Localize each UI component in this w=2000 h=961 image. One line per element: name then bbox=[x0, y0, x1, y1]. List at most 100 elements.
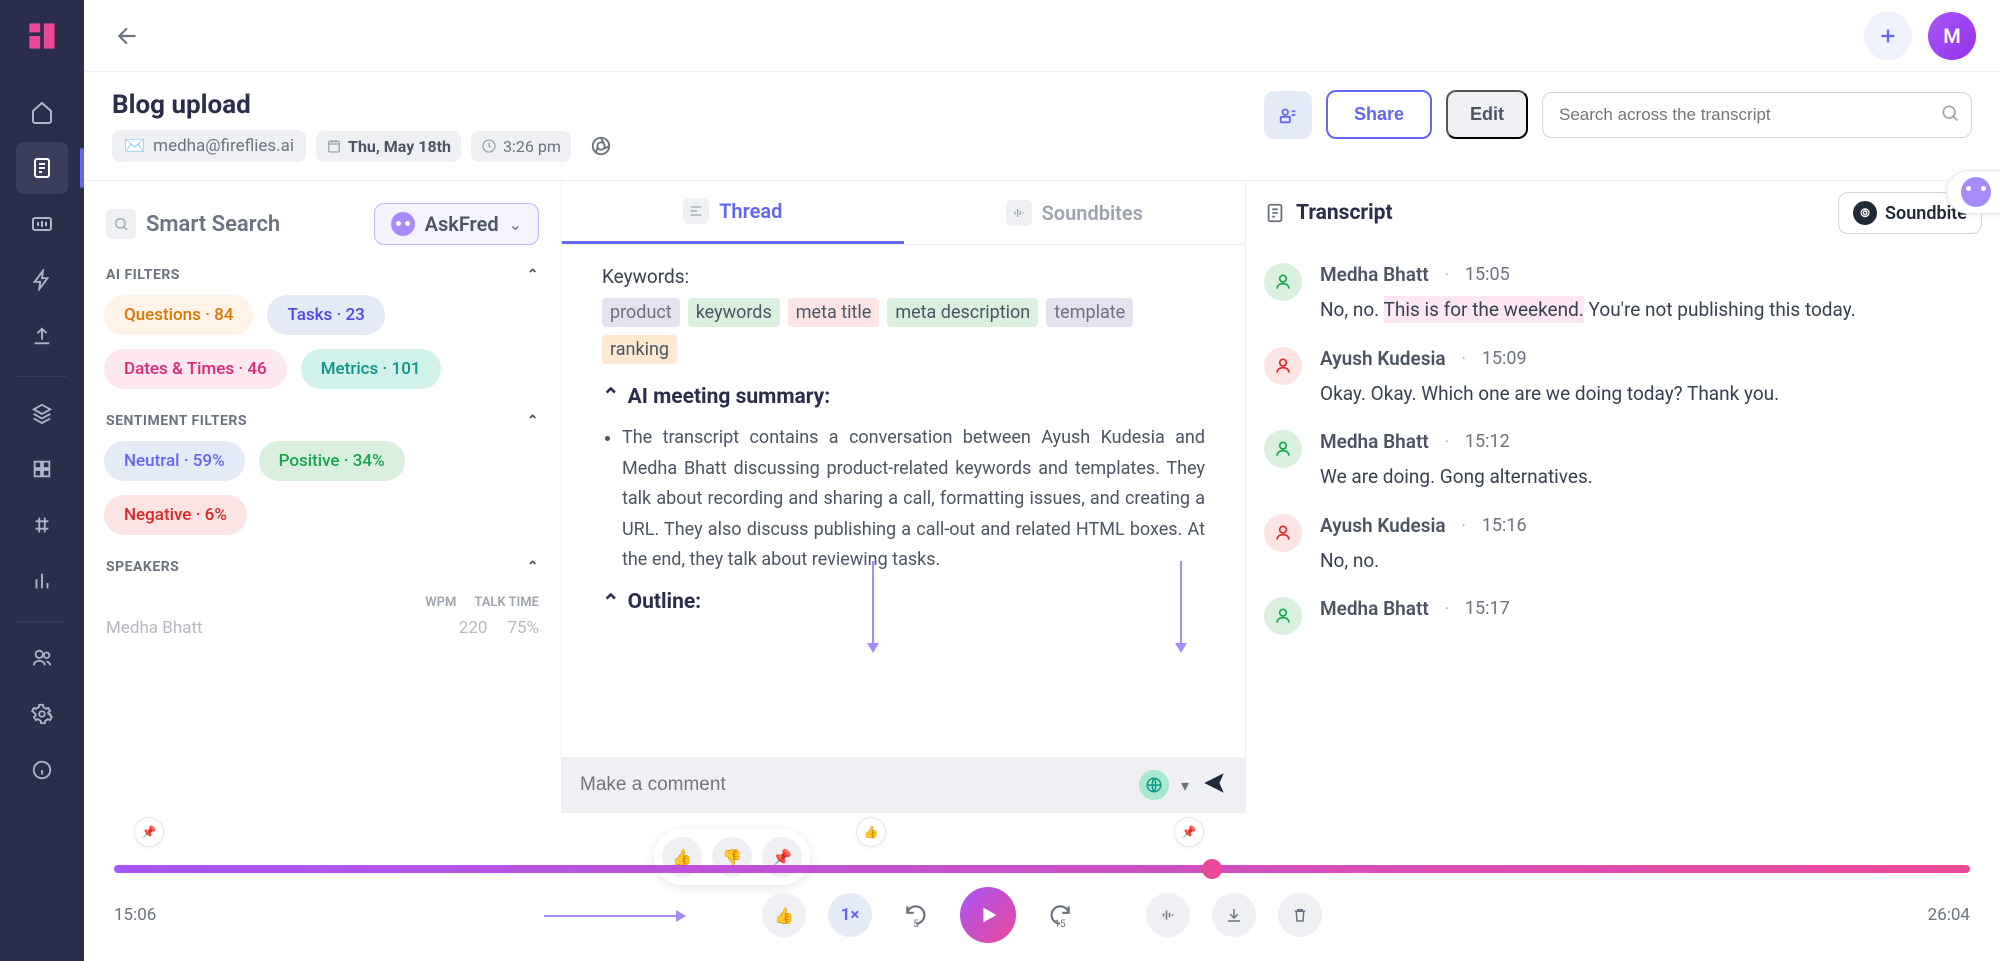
back-button[interactable] bbox=[108, 16, 148, 56]
delete-button[interactable] bbox=[1278, 893, 1322, 937]
chevron-up-icon: ⌃ bbox=[527, 559, 539, 575]
speaker-avatar bbox=[1264, 514, 1302, 552]
ai-filters-header[interactable]: AI FILTERS⌃ bbox=[102, 261, 543, 295]
speaker-name: Ayush Kudesia bbox=[1320, 347, 1446, 370]
nav-apps[interactable] bbox=[16, 443, 68, 495]
thumbs-marker[interactable]: 👍 bbox=[856, 817, 886, 847]
nav-layers[interactable] bbox=[16, 387, 68, 439]
nav-settings[interactable] bbox=[16, 688, 68, 740]
nav-home[interactable] bbox=[16, 86, 68, 138]
participants-button[interactable] bbox=[1264, 91, 1312, 139]
timeline[interactable] bbox=[114, 865, 1970, 873]
tab-thread[interactable]: Thread bbox=[562, 181, 904, 244]
owner-email[interactable]: ✉️medha@fireflies.ai bbox=[112, 130, 306, 162]
speakers-header[interactable]: SPEAKERS⌃ bbox=[102, 553, 543, 587]
keyword[interactable]: product bbox=[602, 298, 680, 327]
visibility-button[interactable] bbox=[1139, 770, 1169, 800]
nav-recordings[interactable] bbox=[16, 198, 68, 250]
summary-header[interactable]: ⌃AI meeting summary: bbox=[602, 384, 1205, 409]
timestamp[interactable]: 15:16 bbox=[1482, 515, 1527, 536]
transcript-row[interactable]: Medha Bhatt·15:05No, no. This is for the… bbox=[1264, 263, 1982, 325]
keyword[interactable]: meta title bbox=[788, 298, 880, 327]
share-button[interactable]: Share bbox=[1326, 90, 1432, 139]
keyword[interactable]: meta description bbox=[887, 298, 1038, 327]
assistant-float-button[interactable] bbox=[1946, 170, 2000, 214]
filter-metrics[interactable]: Metrics · 101 bbox=[301, 349, 441, 389]
speaker-name: Medha Bhatt bbox=[1320, 263, 1429, 286]
annotation-arrow bbox=[544, 915, 684, 917]
speaker-row[interactable]: Medha Bhatt 22075% bbox=[102, 614, 543, 642]
new-button[interactable] bbox=[1864, 12, 1912, 60]
download-button[interactable] bbox=[1212, 893, 1256, 937]
transcript-row[interactable]: Ayush Kudesia·15:09Okay. Okay. Which one… bbox=[1264, 347, 1982, 409]
nav-analytics[interactable] bbox=[16, 555, 68, 607]
transcript-text: We are doing. Gong alternatives. bbox=[1320, 463, 1982, 492]
chrome-icon[interactable] bbox=[587, 132, 615, 160]
keywords-list: product keywords meta title meta descrip… bbox=[602, 298, 1205, 364]
play-button[interactable] bbox=[960, 887, 1016, 943]
nav-upload[interactable] bbox=[16, 310, 68, 362]
transcript-row[interactable]: Ayush Kudesia·15:16No, no. bbox=[1264, 514, 1982, 576]
speed-button[interactable]: 1× bbox=[828, 893, 872, 937]
thread-icon bbox=[683, 198, 709, 224]
transcript-text: Okay. Okay. Which one are we doing today… bbox=[1320, 380, 1982, 409]
filter-questions[interactable]: Questions · 84 bbox=[104, 295, 253, 335]
rewind-button[interactable]: 5 bbox=[894, 893, 938, 937]
chevron-down-icon[interactable]: ▾ bbox=[1181, 776, 1189, 795]
filter-dates[interactable]: Dates & Times · 46 bbox=[104, 349, 287, 389]
nav-bolt[interactable] bbox=[16, 254, 68, 306]
keywords-label: Keywords: bbox=[602, 265, 1205, 288]
waveform-button[interactable] bbox=[1146, 893, 1190, 937]
search-icon bbox=[106, 209, 136, 239]
timestamp[interactable]: 15:05 bbox=[1465, 264, 1510, 285]
comment-input[interactable] bbox=[580, 774, 1127, 796]
keyword[interactable]: keywords bbox=[688, 298, 780, 327]
sentiment-header[interactable]: SENTIMENT FILTERS⌃ bbox=[102, 407, 543, 441]
thread-panel: Thread Soundbites Keywords: product keyw… bbox=[562, 180, 1246, 813]
nav-info[interactable] bbox=[16, 744, 68, 796]
reaction-popover: 👍 👎 📌 bbox=[654, 829, 810, 885]
timestamp[interactable]: 15:17 bbox=[1465, 598, 1510, 619]
transcript-panel: Transcript ⦾Soundbite Medha Bhatt·15:05N… bbox=[1246, 180, 2000, 813]
user-avatar[interactable]: M bbox=[1928, 12, 1976, 60]
tab-soundbites[interactable]: Soundbites bbox=[904, 181, 1246, 244]
outline-header[interactable]: ⌃Outline: bbox=[602, 590, 1205, 615]
pin-marker[interactable]: 📌 bbox=[134, 817, 164, 847]
topbar: M bbox=[84, 0, 2000, 72]
speaker-avatar bbox=[1264, 597, 1302, 635]
sentiment-negative[interactable]: Negative · 6% bbox=[104, 495, 247, 535]
logo[interactable] bbox=[22, 16, 62, 56]
nav-topics[interactable] bbox=[16, 499, 68, 551]
pin-marker[interactable]: 📌 bbox=[1174, 817, 1204, 847]
transcript-row[interactable]: Medha Bhatt·15:17 bbox=[1264, 597, 1982, 635]
send-button[interactable] bbox=[1201, 770, 1227, 800]
time-total: 26:04 bbox=[1928, 905, 1970, 925]
wpm-col-header: WPM bbox=[425, 595, 456, 610]
sentiment-neutral[interactable]: Neutral · 59% bbox=[104, 441, 245, 481]
transcript-text: No, no. This is for the weekend. You're … bbox=[1320, 296, 1982, 325]
sentiment-positive[interactable]: Positive · 34% bbox=[259, 441, 405, 481]
transcript-title: Transcript bbox=[1264, 201, 1393, 225]
nav-notes[interactable] bbox=[16, 142, 68, 194]
bot-icon bbox=[1961, 177, 1991, 207]
playhead[interactable] bbox=[1202, 859, 1222, 879]
soundbite-icon: ⦾ bbox=[1853, 201, 1877, 225]
header: Blog upload ✉️medha@fireflies.ai Thu, Ma… bbox=[84, 72, 2000, 174]
thumbs-button[interactable]: 👍 bbox=[762, 893, 806, 937]
soundbites-icon bbox=[1006, 200, 1032, 226]
filter-tasks[interactable]: Tasks · 23 bbox=[267, 295, 384, 335]
keyword[interactable]: template bbox=[1046, 298, 1133, 327]
timestamp[interactable]: 15:09 bbox=[1482, 348, 1527, 369]
forward-button[interactable]: 15 bbox=[1038, 893, 1082, 937]
nav-team[interactable] bbox=[16, 632, 68, 684]
speaker-name: Medha Bhatt bbox=[1320, 430, 1429, 453]
askfred-button[interactable]: AskFred ⌄ bbox=[374, 203, 539, 245]
timestamp[interactable]: 15:12 bbox=[1465, 431, 1510, 452]
edit-button[interactable]: Edit bbox=[1446, 90, 1528, 139]
player: 📌 👍 📌 👍 👎 📌 15:06 👍 1× 5 15 26:04 bbox=[84, 813, 2000, 961]
transcript-search-input[interactable] bbox=[1542, 92, 1972, 138]
keyword[interactable]: ranking bbox=[602, 335, 677, 364]
annotation-arrow bbox=[1180, 561, 1182, 651]
transcript-row[interactable]: Medha Bhatt·15:12We are doing. Gong alte… bbox=[1264, 430, 1982, 492]
speaker-name: Ayush Kudesia bbox=[1320, 514, 1446, 537]
